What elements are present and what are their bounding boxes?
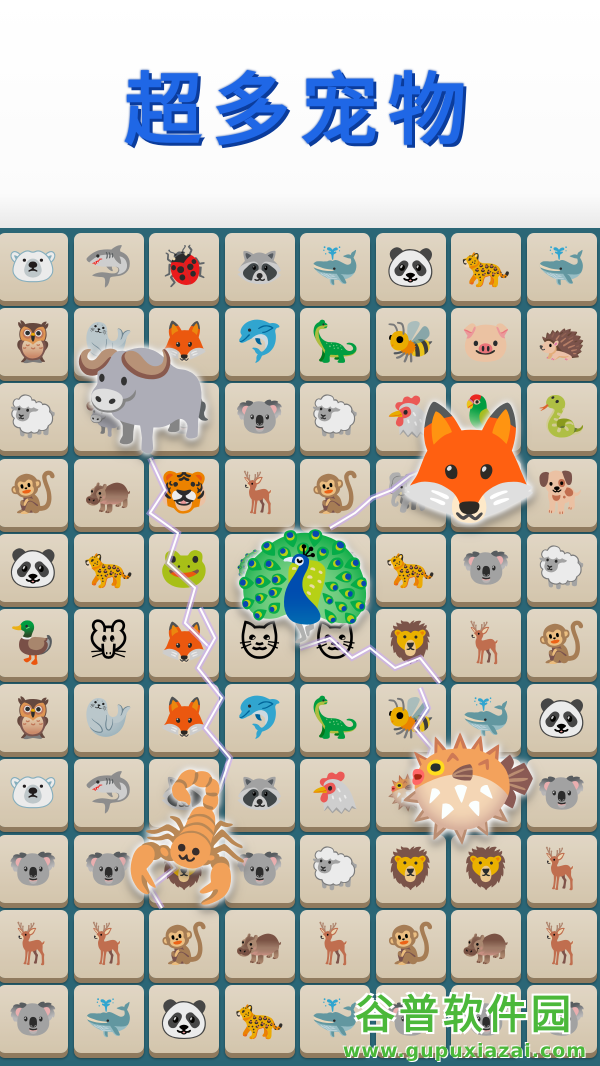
watermark-url: www.gupuxiazai.com — [342, 1040, 588, 1062]
game-board: 🐻‍❄️ 🦈 🐞 🦝 🐳 🐼 🐆 🐳 🦉 🦭 🦊 🐬 🦕 🐝 🐷 🦔 🐑 🐃 🐨 🐨 🐑 🐔 🦜 🐍 🐒 🦛 🐯 🦌 🐒 🐘 🦊 🐕 🐼 🐆 🐸 🦚 🐨… — [0, 228, 600, 1066]
lightning-glow — [145, 456, 213, 651]
watermark-name: 谷普软件园 — [355, 992, 575, 1038]
site-watermark: 谷普软件园 www.gupuxiazai.com — [330, 982, 600, 1066]
fox-icon[interactable]: 🦊 — [395, 403, 542, 521]
peacock-icon[interactable]: 🦚 — [230, 523, 377, 641]
scorpion-icon[interactable]: 🦂 — [115, 778, 262, 896]
lightning-bolt — [148, 457, 211, 649]
promo-title: 超多宠物 — [123, 66, 476, 156]
yak-icon[interactable]: 🐃 — [70, 333, 217, 451]
pufferfish-icon[interactable]: 🐡 — [395, 728, 542, 846]
promo-header: 超多宠物 — [0, 0, 600, 228]
